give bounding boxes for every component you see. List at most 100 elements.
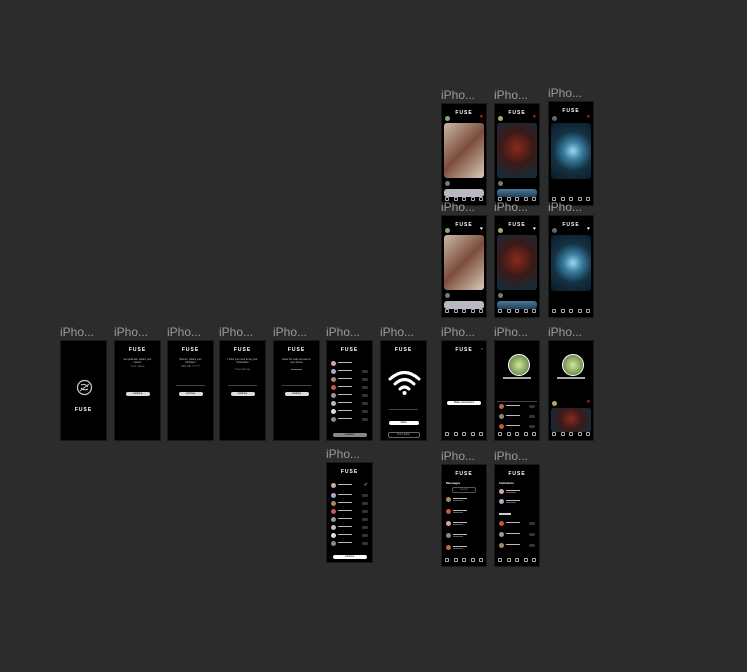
avatar (445, 116, 450, 121)
continue-button[interactable]: continue (332, 433, 367, 437)
check-icon: ✓ (363, 482, 368, 488)
post-image[interactable] (551, 408, 591, 432)
avatar (498, 116, 503, 121)
list-item[interactable] (331, 525, 368, 530)
list-item[interactable] (446, 545, 482, 550)
list-item[interactable] (331, 393, 368, 398)
birthday-input[interactable]: MM DD YYYY (174, 364, 207, 368)
bottom-nav[interactable] (552, 309, 590, 314)
list-item[interactable] (499, 532, 535, 537)
divider (176, 385, 205, 386)
frame-label: iPho... (273, 325, 308, 339)
list-item[interactable] (499, 424, 535, 429)
list-item[interactable] (331, 533, 368, 538)
heart-icon[interactable]: ♥ (533, 115, 536, 120)
list-item[interactable] (331, 493, 368, 498)
wifi-icon (388, 371, 421, 395)
heart-icon[interactable]: ♥ (533, 227, 536, 232)
list-item[interactable] (331, 509, 368, 514)
list-item[interactable] (331, 541, 368, 546)
continue-button[interactable]: continue (230, 392, 255, 396)
avatar (552, 401, 557, 406)
frame-label: iPho... (441, 325, 476, 339)
post-image[interactable] (551, 123, 591, 179)
post-image[interactable] (444, 189, 484, 197)
continue-button[interactable]: continue (125, 392, 150, 396)
app-logo: FUSE (394, 347, 413, 353)
bottom-nav[interactable] (498, 432, 536, 437)
divider (228, 385, 257, 386)
post-image[interactable] (444, 235, 484, 290)
frame-label: iPho... (494, 88, 529, 102)
make-connections-button[interactable]: Make connections (447, 401, 481, 405)
question-text: I think you need to log your information (227, 358, 258, 364)
bottom-nav[interactable] (445, 309, 483, 314)
search-icon[interactable]: ⌕ (481, 346, 483, 351)
post-image[interactable] (497, 189, 537, 197)
list-item[interactable] (331, 517, 368, 522)
continue-button[interactable]: continue (284, 392, 309, 396)
dont-allow-button[interactable]: Don't allow (387, 432, 420, 438)
heart-icon[interactable]: ♥ (587, 400, 590, 405)
phone-input[interactable]: Your phone (226, 367, 259, 371)
list-item[interactable] (331, 385, 368, 390)
app-logo: FUSE (181, 347, 200, 353)
avatar (498, 293, 503, 298)
list-item[interactable] (331, 409, 368, 414)
app-logo: FUSE (455, 471, 473, 477)
divider (389, 409, 418, 410)
bottom-nav[interactable] (445, 432, 483, 437)
list-item[interactable] (331, 401, 368, 406)
bottom-nav[interactable] (445, 558, 483, 563)
list-item[interactable] (331, 377, 368, 382)
list-item[interactable]: ✓ (331, 482, 368, 488)
post-image[interactable] (497, 301, 537, 309)
profile-tabs[interactable] (497, 394, 537, 402)
frame-label: iPho... (114, 325, 149, 339)
code-input[interactable] (291, 369, 302, 370)
list-item[interactable] (446, 509, 482, 514)
post-image[interactable] (551, 235, 591, 291)
post-image[interactable] (444, 123, 484, 178)
heart-icon[interactable]: ♥ (480, 115, 483, 120)
list-item[interactable] (331, 417, 368, 422)
heart-icon[interactable]: ♥ (480, 227, 483, 232)
profile-name (557, 377, 585, 379)
post-image[interactable] (444, 301, 484, 309)
name-input[interactable]: Your name (121, 364, 154, 368)
splash-title: FUSE (74, 407, 93, 413)
continue-button[interactable]: continue (178, 392, 203, 396)
app-logo: FUSE (455, 347, 473, 353)
bottom-nav[interactable] (498, 558, 536, 563)
list-item[interactable] (499, 414, 535, 419)
frame-label: iPho... (167, 325, 202, 339)
heart-icon[interactable]: ♥ (587, 115, 590, 120)
divider (282, 385, 311, 386)
allow-button[interactable]: Allow (388, 421, 419, 425)
list-item[interactable] (331, 361, 368, 366)
list-item[interactable] (446, 533, 482, 538)
list-item[interactable] (499, 543, 535, 548)
list-item[interactable] (499, 404, 535, 409)
bottom-nav[interactable] (498, 309, 536, 314)
continue-button[interactable]: continue (332, 555, 367, 559)
list-item[interactable] (331, 369, 368, 374)
post-image[interactable] (497, 235, 537, 290)
frame-label: iPho... (441, 449, 476, 463)
list-item[interactable] (331, 501, 368, 506)
list-item[interactable] (446, 497, 482, 502)
section-header (499, 513, 511, 515)
heart-icon[interactable]: ♥ (587, 227, 590, 232)
profile-name (503, 377, 531, 379)
frame-label: iPho... (219, 325, 254, 339)
list-item[interactable] (499, 489, 535, 494)
bottom-nav[interactable] (552, 432, 590, 437)
invitations-title: Invitations (499, 481, 515, 485)
frame-label: iPho... (60, 325, 95, 339)
post-image[interactable] (497, 123, 537, 178)
list-item[interactable] (499, 521, 535, 526)
search-input[interactable]: Search (452, 487, 476, 493)
list-item[interactable] (446, 521, 482, 526)
list-item[interactable] (499, 499, 535, 504)
frame-label: iPho... (326, 447, 361, 461)
